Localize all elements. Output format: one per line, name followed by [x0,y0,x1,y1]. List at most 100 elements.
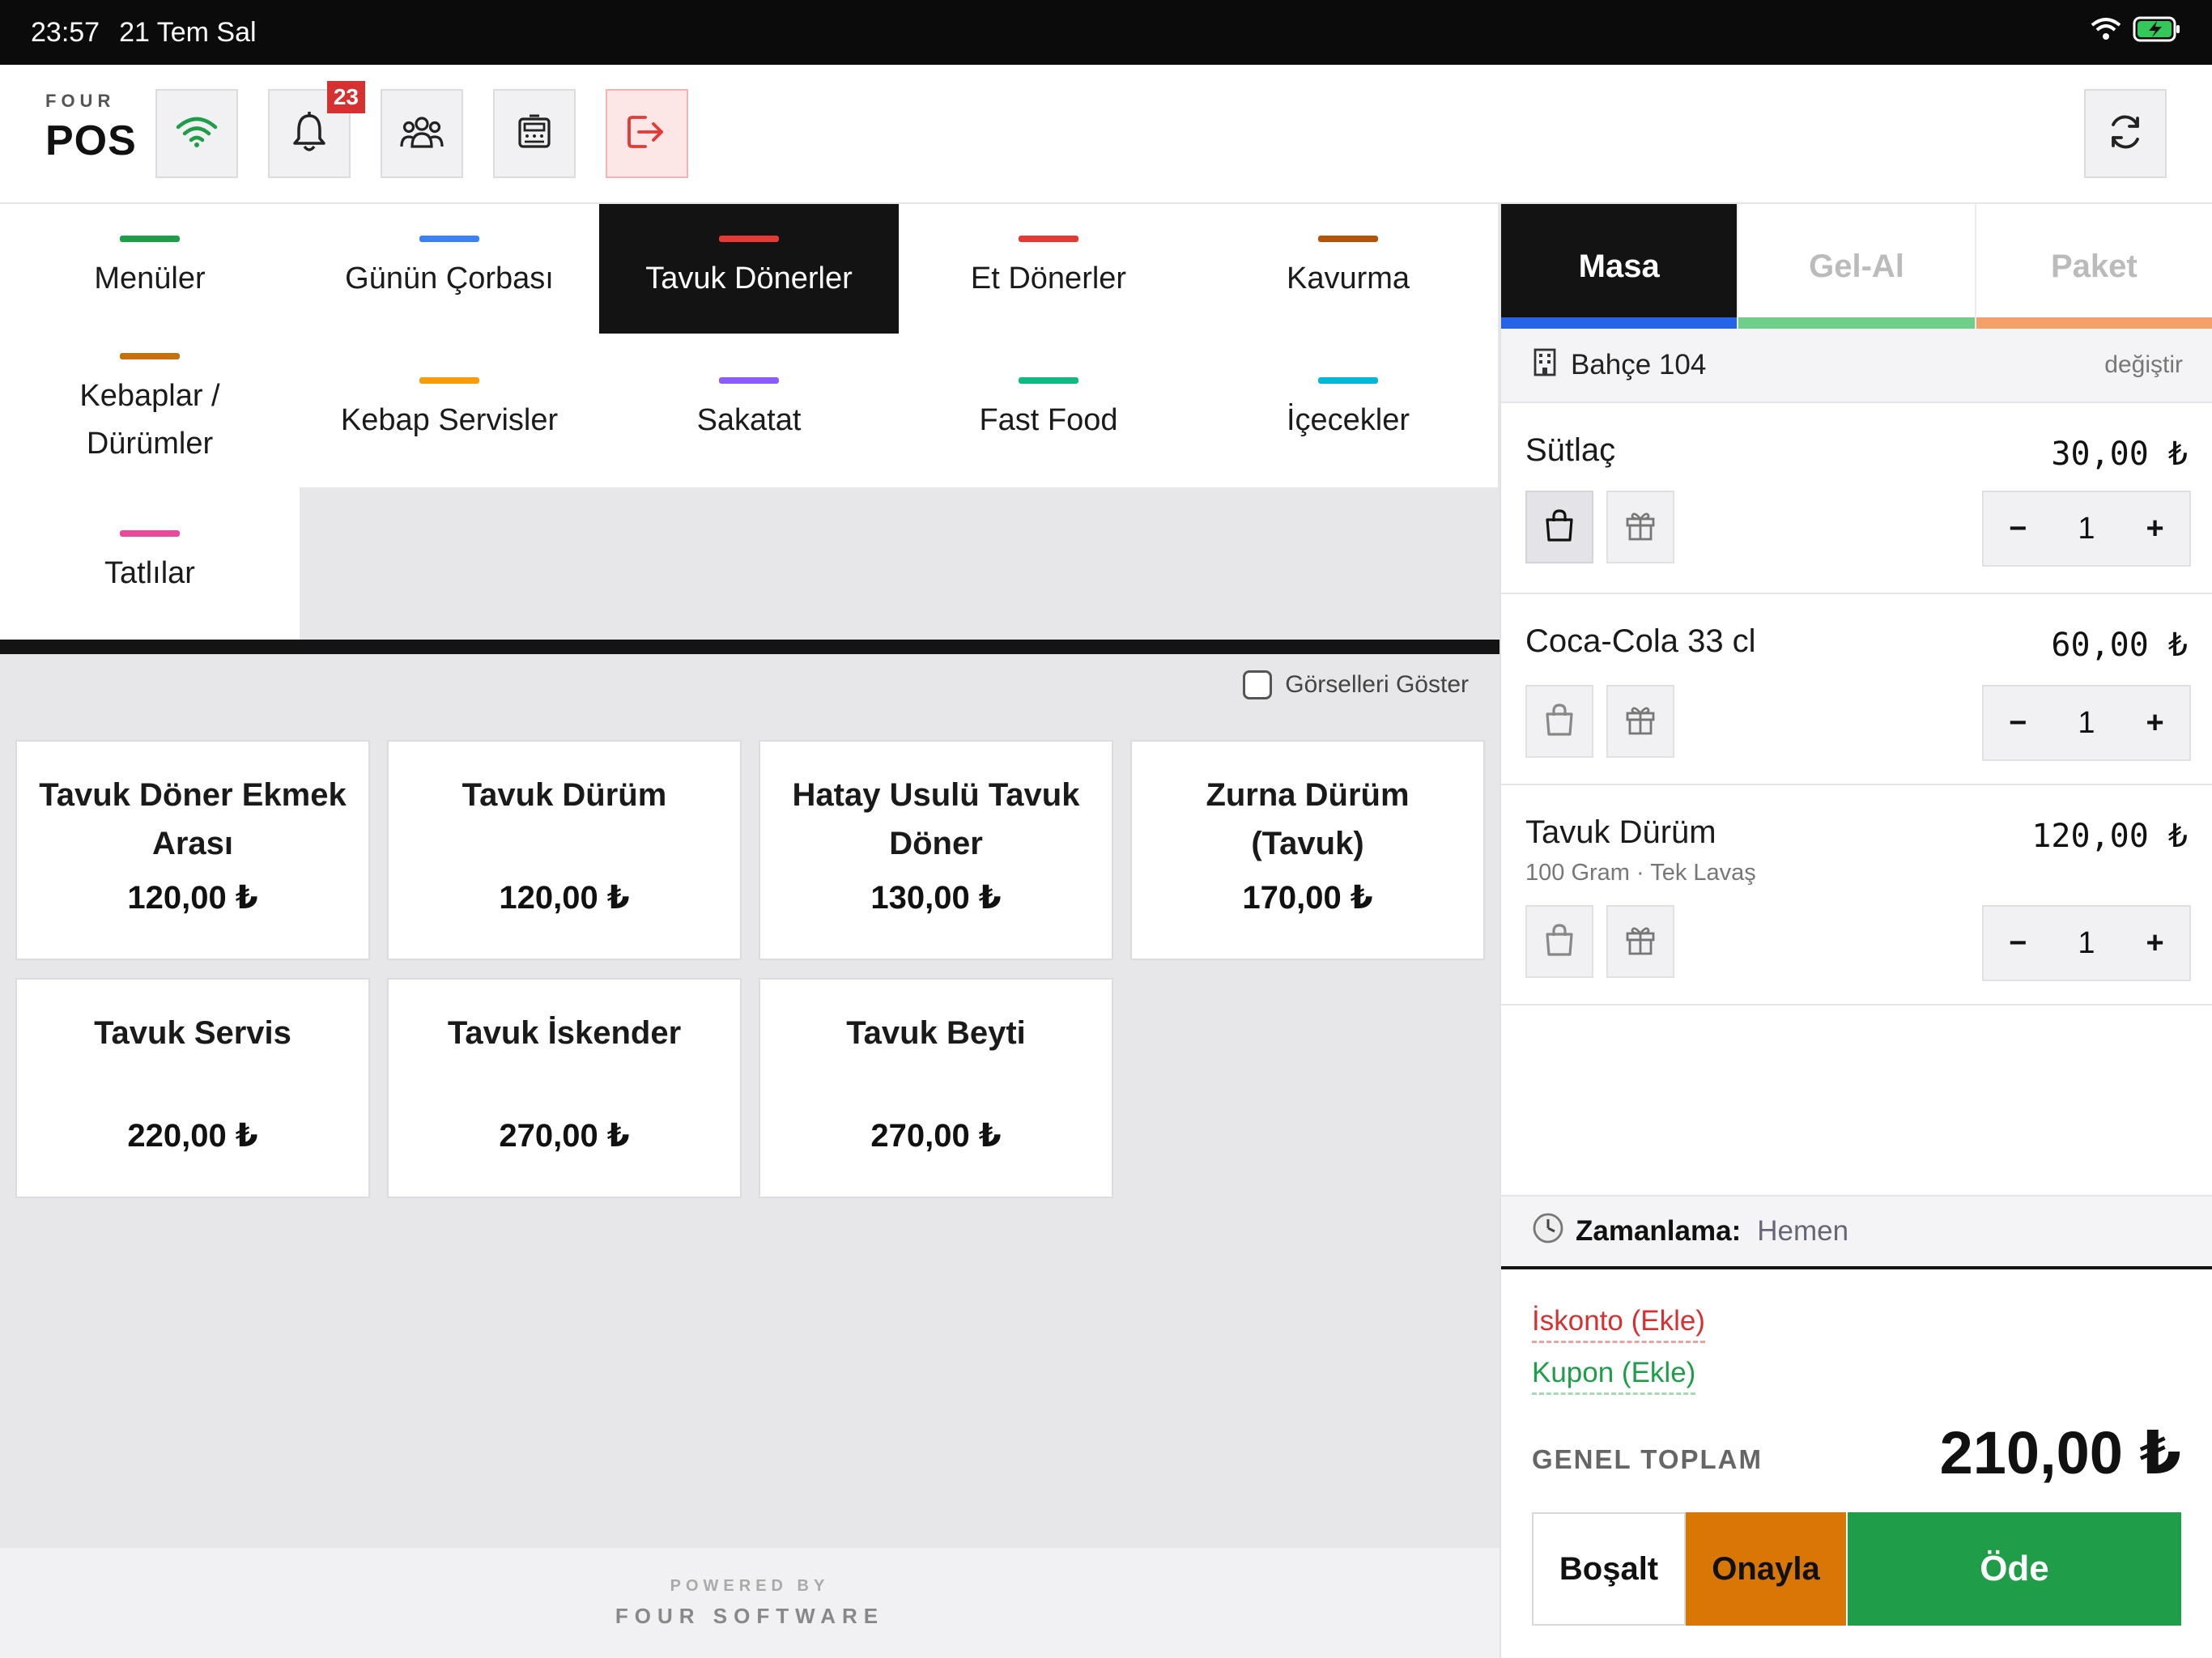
category-label: Günün Çorbası [345,261,554,295]
tab-underline [1501,317,1738,329]
product-card[interactable]: Tavuk İskender 270,00 ₺ [387,978,742,1198]
cash-register-icon [515,113,554,155]
increase-button[interactable]: + [2131,512,2180,546]
notifications-button[interactable]: 23 [268,81,365,178]
tab-label: Masa [1578,248,1660,284]
bell-icon [291,111,328,157]
tab-paket[interactable]: Paket [1976,204,2212,329]
category-tatlilar[interactable]: Tatlılar [0,487,300,640]
gift-toggle[interactable] [1606,905,1674,978]
order-item-price: 120,00 ₺ [2031,818,2188,855]
scheduling-value: Hemen [1757,1215,1849,1247]
increase-button[interactable]: + [2131,706,2180,741]
add-discount-link[interactable]: İskonto (Ekle) [1532,1305,1705,1343]
quantity-stepper: − 1 + [1982,685,2191,761]
gift-icon [1624,509,1657,546]
category-divider [0,640,1499,654]
category-gunun-corbasi[interactable]: Günün Çorbası [300,204,599,334]
category-fast-food[interactable]: Fast Food [899,334,1198,487]
pay-button[interactable]: Öde [1848,1512,2181,1626]
scheduling-label: Zamanlama: [1576,1215,1742,1247]
grand-total-label: GENEL TOPLAM [1532,1444,1763,1474]
customers-button[interactable] [381,89,463,178]
tab-label: Paket [2050,248,2138,284]
category-menuler[interactable]: Menüler [0,204,300,334]
scheduling-row[interactable]: Zamanlama: Hemen [1501,1195,2212,1269]
company-name: FOUR SOFTWARE [615,1604,885,1628]
order-item-price: 60,00 ₺ [2051,627,2188,664]
status-time: 23:57 [31,16,100,48]
category-color-bar [719,376,779,384]
product-card[interactable]: Tavuk Servis 220,00 ₺ [15,978,370,1198]
product-card[interactable]: Tavuk Beyti 270,00 ₺ [759,978,1113,1198]
brand-big: POS [45,117,137,164]
tab-label: Gel-Al [1809,248,1904,284]
decrease-button[interactable]: − [1993,512,2042,546]
category-kebap-servisler[interactable]: Kebap Servisler [300,334,599,487]
category-tavuk-donerler[interactable]: Tavuk Dönerler [599,204,899,334]
refresh-icon [2105,112,2146,156]
category-et-donerler[interactable]: Et Dönerler [899,204,1198,334]
order-item: Sütlaç 30,00 ₺ − 1 + [1501,403,2212,594]
category-color-bar [1318,235,1378,242]
refresh-button[interactable] [2084,89,2167,178]
gift-toggle[interactable] [1606,685,1674,758]
increase-button[interactable]: + [2131,926,2180,961]
product-name: Tavuk Dürüm [462,777,667,813]
order-item-name: Coca-Cola 33 cl [1525,623,1756,659]
logout-icon [626,113,668,155]
change-table-link[interactable]: değiştir [2104,351,2183,379]
quantity-value: 1 [2078,925,2095,960]
order-item: Coca-Cola 33 cl 60,00 ₺ − 1 + [1501,594,2212,785]
powered-by-footer: POWERED BY FOUR SOFTWARE [0,1548,1499,1658]
table-selector: Bahçe 104 değiştir [1501,329,2212,403]
category-label: Kebaplar / Dürümler [79,379,220,461]
gift-toggle[interactable] [1606,491,1674,563]
building-icon [1532,347,1558,384]
category-icecekler[interactable]: İçecekler [1198,334,1498,487]
category-grid: Menüler Günün Çorbası Tavuk Dönerler Et … [0,204,1499,640]
tab-gel-al[interactable]: Gel-Al [1738,204,1976,329]
wifi-icon [176,116,218,152]
brand-small: FOUR [45,91,116,111]
connection-button[interactable] [155,89,238,178]
notification-badge: 23 [326,81,365,113]
product-card[interactable]: Tavuk Dürüm 120,00 ₺ [387,740,742,960]
category-color-bar [419,376,479,384]
tab-masa[interactable]: Masa [1501,204,1739,329]
category-color-bar [1019,376,1078,384]
takeaway-toggle[interactable] [1525,491,1593,563]
show-images-checkbox[interactable] [1243,670,1273,699]
clock-icon [1532,1212,1564,1252]
show-images-toggle[interactable]: Görselleri Göster [1243,670,1469,699]
logout-button[interactable] [606,89,688,178]
status-date: 21 Tem Sal [119,16,257,48]
category-color-bar [1019,235,1078,242]
product-card[interactable]: Hatay Usulü Tavuk Döner 130,00 ₺ [759,740,1113,960]
category-sakatat[interactable]: Sakatat [599,334,899,487]
takeaway-toggle[interactable] [1525,685,1593,758]
product-price: 170,00 ₺ [1242,880,1373,916]
product-price: 130,00 ₺ [870,880,1002,916]
order-item-options: 100 Gram · Tek Lavaş [1525,860,1756,886]
product-area: Görselleri Göster Tavuk Döner Ekmek Aras… [0,654,1499,1548]
product-name: Tavuk Döner Ekmek Arası [39,777,347,861]
add-coupon-link[interactable]: Kupon (Ekle) [1532,1357,1696,1395]
category-kavurma[interactable]: Kavurma [1198,204,1498,334]
decrease-button[interactable]: − [1993,706,2042,741]
order-panel: Masa Gel-Al Paket Bahçe 104 değiştir Süt… [1499,204,2212,1658]
product-card[interactable]: Tavuk Döner Ekmek Arası 120,00 ₺ [15,740,370,960]
category-label: İçecekler [1286,402,1410,437]
cash-register-button[interactable] [493,89,576,178]
category-label: Sakatat [696,402,802,437]
category-kebaplar-durumler[interactable]: Kebaplar / Dürümler [0,334,300,487]
confirm-order-button[interactable]: Onayla [1686,1512,1846,1626]
product-price: 270,00 ₺ [870,1118,1002,1154]
quantity-stepper: − 1 + [1982,491,2191,567]
clear-order-button[interactable]: Boşalt [1532,1512,1686,1626]
decrease-button[interactable]: − [1993,926,2042,961]
takeaway-toggle[interactable] [1525,905,1593,978]
product-card[interactable]: Zurna Dürüm (Tavuk) 170,00 ₺ [1130,740,1485,960]
battery-icon [2133,16,2181,49]
bag-icon [1544,508,1575,546]
